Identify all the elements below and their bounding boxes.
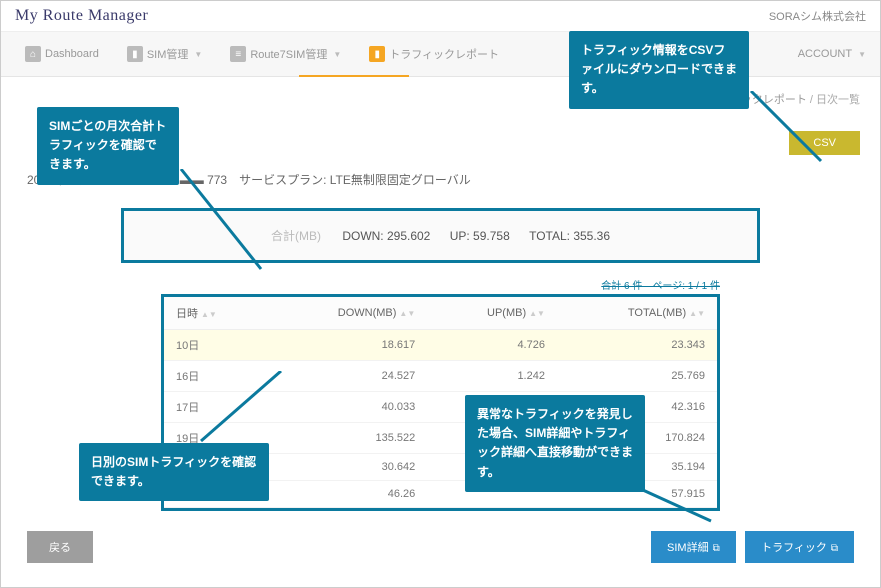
chevron-down-icon: ▼ (858, 50, 866, 59)
col-up[interactable]: UP(MB)▲▼ (427, 297, 557, 330)
sort-icon: ▲▼ (201, 310, 217, 319)
callout-daily: 日別のSIMトラフィックを確認できます。 (79, 443, 269, 501)
col-date[interactable]: 日時▲▼ (164, 297, 267, 330)
cell: 16日 (164, 361, 267, 392)
sim-icon: ▮ (127, 46, 143, 62)
cell: 23.343 (557, 330, 717, 361)
summary-down: DOWN: 295.602 (342, 229, 430, 243)
app-logo: My Route Manager (15, 7, 148, 25)
table-row[interactable]: 10日18.6174.72623.343 (164, 330, 717, 361)
cell: 46.26 (267, 481, 428, 508)
external-icon: ⧉ (831, 543, 838, 554)
nav-traffic-report[interactable]: ▮トラフィックレポート (359, 40, 509, 68)
home-icon: ⌂ (25, 46, 41, 62)
company-name: SORAシム株式会社 (769, 8, 866, 24)
nav-dashboard[interactable]: ⌂Dashboard (15, 40, 109, 68)
external-icon: ⧉ (713, 543, 720, 554)
pager-info: 合計 6 件 ページ: 1 / 1 件 (21, 277, 720, 292)
back-button[interactable]: 戻る (27, 531, 93, 563)
breadcrumb-current: 日次一覧 (816, 94, 860, 106)
cell: 1.242 (427, 361, 557, 392)
chevron-down-icon: ▼ (333, 50, 341, 59)
sort-icon: ▲▼ (529, 309, 545, 318)
cell: 25.769 (557, 361, 717, 392)
nav-sim[interactable]: ▮SIM管理▼ (117, 40, 212, 68)
summary-label: 合計(MB) (271, 229, 321, 243)
account-menu[interactable]: ACCOUNT▼ (798, 48, 866, 60)
cell: 17日 (164, 392, 267, 423)
cell: 10日 (164, 330, 267, 361)
traffic-detail-button[interactable]: トラフィック⧉ (745, 531, 854, 563)
monthly-summary: 合計(MB) DOWN: 295.602 UP: 59.758 TOTAL: 3… (121, 208, 760, 263)
chart-icon: ▮ (369, 46, 385, 62)
cell: 18.617 (267, 330, 428, 361)
sim-detail-button[interactable]: SIM詳細⧉ (651, 531, 736, 563)
cell: 40.033 (267, 392, 428, 423)
callout-monthly: SIMごとの月次合計トラフィックを確認できます。 (37, 107, 179, 185)
summary-up: UP: 59.758 (450, 229, 510, 243)
nav-route7sim[interactable]: ≡Route7SIM管理▼ (220, 40, 351, 68)
cell: 135.522 (267, 423, 428, 454)
sort-icon: ▲▼ (399, 309, 415, 318)
chevron-down-icon: ▼ (194, 50, 202, 59)
topbar: My Route Manager SORAシム株式会社 (1, 1, 880, 32)
callout-anomaly: 異常なトラフィックを発見した場合、SIM詳細やトラフィック詳細へ直接移動ができま… (465, 395, 645, 492)
cell: 30.642 (267, 454, 428, 481)
col-total[interactable]: TOTAL(MB)▲▼ (557, 297, 717, 330)
cell: 4.726 (427, 330, 557, 361)
summary-total: TOTAL: 355.36 (529, 229, 610, 243)
sort-icon: ▲▼ (689, 309, 705, 318)
route-icon: ≡ (230, 46, 246, 62)
col-down[interactable]: DOWN(MB)▲▼ (267, 297, 428, 330)
table-row[interactable]: 16日24.5271.24225.769 (164, 361, 717, 392)
cell: 24.527 (267, 361, 428, 392)
csv-download-button[interactable]: CSV (789, 131, 860, 155)
callout-csv: トラフィック情報をCSVファイルにダウンロードできます。 (569, 31, 749, 109)
